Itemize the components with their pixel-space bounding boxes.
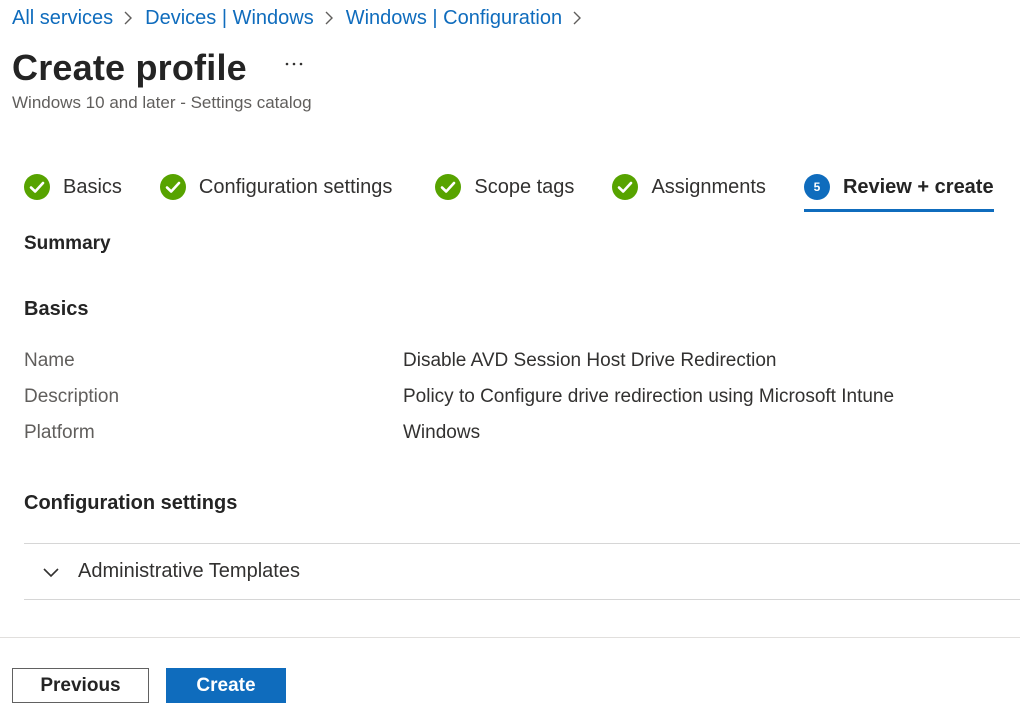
check-circle-icon [24, 174, 50, 200]
footer-divider [0, 637, 1020, 638]
step-label: Review + create [842, 176, 994, 198]
page-subtitle: Windows 10 and later - Settings catalog [12, 93, 312, 112]
more-options-button[interactable] [283, 53, 305, 75]
administrative-templates-accordion[interactable]: Administrative Templates [24, 543, 1020, 600]
step-label: Configuration settings [198, 176, 393, 198]
chevron-down-icon [42, 566, 60, 578]
breadcrumb-devices-windows[interactable]: Devices | Windows [145, 5, 314, 31]
accordion-label: Administrative Templates [78, 560, 300, 582]
chevron-right-icon [572, 10, 582, 26]
breadcrumb: All services Devices | Windows Windows |… [12, 5, 594, 31]
step-number-badge: 5 [803, 174, 830, 200]
create-button[interactable]: Create [166, 668, 286, 703]
field-label: Platform [24, 422, 95, 443]
basics-heading: Basics [24, 298, 89, 320]
tab-configuration-settings[interactable]: Configuration settings [159, 172, 393, 202]
step-label: Assignments [651, 176, 766, 198]
tab-review-create[interactable]: 5 Review + create [803, 172, 994, 212]
check-circle-icon [612, 174, 639, 200]
wizard-steps: Basics Configuration settings Scope tags… [24, 172, 994, 212]
chevron-right-icon [123, 10, 133, 26]
page-title: Create profile [12, 47, 247, 88]
check-circle-icon [435, 174, 462, 200]
configuration-settings-heading: Configuration settings [24, 492, 238, 514]
tab-assignments[interactable]: Assignments [612, 172, 766, 202]
chevron-right-icon [324, 10, 334, 26]
field-value: Policy to Configure drive redirection us… [403, 386, 895, 407]
title-row: Create profile [12, 46, 305, 90]
ellipsis-icon [285, 62, 303, 66]
previous-button[interactable]: Previous [12, 668, 149, 703]
field-label: Name [24, 350, 75, 371]
breadcrumb-all-services[interactable]: All services [12, 5, 113, 31]
tab-basics[interactable]: Basics [24, 172, 122, 202]
step-label: Scope tags [474, 176, 575, 198]
field-value: Windows [403, 422, 481, 443]
step-label: Basics [63, 176, 122, 198]
breadcrumb-windows-configuration[interactable]: Windows | Configuration [346, 5, 562, 31]
field-label: Description [24, 386, 120, 407]
field-value: Disable AVD Session Host Drive Redirecti… [403, 350, 777, 371]
create-profile-page: All services Devices | Windows Windows |… [0, 0, 1020, 711]
summary-heading: Summary [24, 233, 111, 254]
tab-scope-tags[interactable]: Scope tags [435, 172, 574, 202]
check-circle-icon [159, 174, 186, 200]
